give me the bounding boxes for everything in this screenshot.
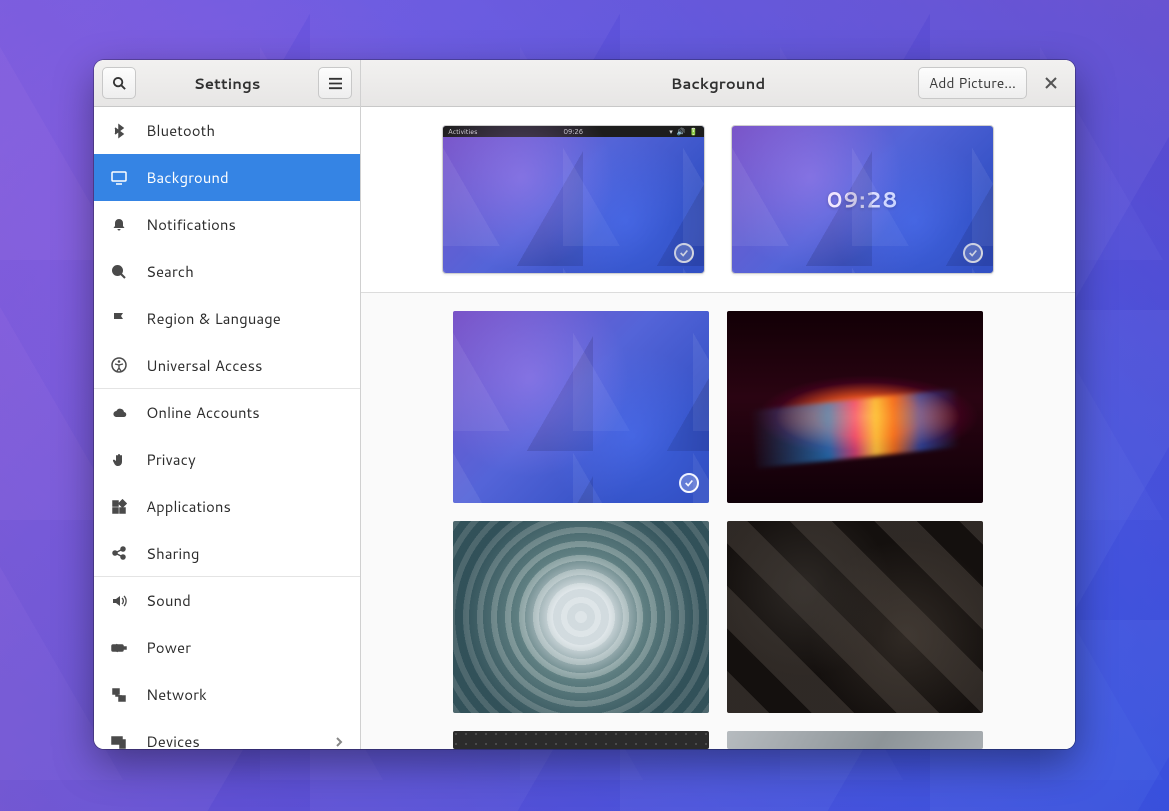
sidebar-item-label: Bluetooth bbox=[146, 120, 215, 141]
sidebar-item-search[interactable]: Search bbox=[94, 248, 360, 295]
sidebar-item-sharing[interactable]: Sharing bbox=[94, 530, 360, 577]
network-icon bbox=[110, 687, 128, 703]
add-picture-button[interactable]: Add Picture… bbox=[918, 67, 1027, 99]
cloud-icon bbox=[110, 405, 128, 421]
wallpaper-thumb-dark-leaves[interactable] bbox=[727, 521, 983, 713]
sidebar-title: Settings bbox=[144, 73, 310, 94]
accessibility-icon bbox=[110, 357, 128, 373]
sidebar-nav: Bluetooth Background Notifications Search Re… bbox=[94, 107, 360, 749]
wallpaper-scroll[interactable] bbox=[361, 293, 1075, 749]
sidebar-item-label: Region & Language bbox=[146, 308, 281, 329]
search-icon bbox=[112, 76, 127, 91]
battery-icon bbox=[110, 640, 128, 656]
wallpaper-grid bbox=[361, 293, 1075, 749]
sidebar-item-label: Universal Access bbox=[146, 355, 263, 376]
sidebar-item-label: Online Accounts bbox=[146, 402, 260, 423]
sidebar-item-label: Notifications bbox=[146, 214, 236, 235]
sidebar-item-label: Privacy bbox=[146, 449, 196, 470]
desktop-preview-topbar: Activities 09:26 ▾ 🔊 🔋 bbox=[443, 126, 704, 137]
desktop-preview-indicators: ▾ 🔊 🔋 bbox=[669, 127, 699, 137]
selected-indicator bbox=[963, 243, 983, 263]
bluetooth-icon bbox=[110, 123, 128, 139]
bell-icon bbox=[110, 217, 128, 233]
menu-button[interactable] bbox=[318, 67, 352, 99]
sidebar-item-universal[interactable]: Universal Access bbox=[94, 342, 360, 389]
check-icon bbox=[679, 248, 689, 258]
content-headerbar: Background Add Picture… bbox=[361, 60, 1075, 107]
search-button[interactable] bbox=[102, 67, 136, 99]
selected-indicator bbox=[674, 243, 694, 263]
activities-label: Activities bbox=[448, 127, 477, 137]
sidebar-item-devices[interactable]: Devices bbox=[94, 718, 360, 749]
close-button[interactable] bbox=[1035, 67, 1067, 99]
sidebar-item-background[interactable]: Background bbox=[94, 154, 360, 201]
content-pane: Background Add Picture… Activities 09:26… bbox=[361, 60, 1075, 749]
close-icon bbox=[1045, 77, 1057, 89]
wallpaper-thumb-winter-aerial[interactable] bbox=[453, 521, 709, 713]
apps-icon bbox=[110, 499, 128, 515]
sidebar-item-label: Applications bbox=[146, 496, 231, 517]
hamburger-icon bbox=[328, 77, 343, 90]
sidebar-item-applications[interactable]: Applications bbox=[94, 483, 360, 530]
check-icon bbox=[684, 478, 694, 488]
monitor-icon bbox=[110, 170, 128, 186]
sidebar-item-power[interactable]: Power bbox=[94, 624, 360, 671]
sidebar-item-sound[interactable]: Sound bbox=[94, 577, 360, 624]
speaker-icon bbox=[110, 593, 128, 609]
sidebar-item-label: Devices bbox=[146, 731, 200, 749]
chevron-right-icon bbox=[334, 737, 344, 747]
desktop-preview-card[interactable]: Activities 09:26 ▾ 🔊 🔋 bbox=[442, 125, 705, 274]
sidebar-item-label: Sharing bbox=[146, 543, 199, 564]
sidebar-item-bluetooth[interactable]: Bluetooth bbox=[94, 107, 360, 154]
sidebar: Settings Bluetooth Background Notification… bbox=[94, 60, 361, 749]
check-icon bbox=[968, 248, 978, 258]
wallpaper-thumb-adwaita-hex[interactable] bbox=[453, 311, 709, 503]
lockscreen-preview-card[interactable]: 09:28 bbox=[731, 125, 994, 274]
sidebar-item-label: Search bbox=[146, 261, 194, 282]
sidebar-item-notifications[interactable]: Notifications bbox=[94, 201, 360, 248]
selected-indicator bbox=[679, 473, 699, 493]
desktop-preview-clock: 09:26 bbox=[477, 127, 669, 137]
wallpaper-thumb-dotted[interactable] bbox=[453, 731, 709, 749]
sidebar-headerbar: Settings bbox=[94, 60, 360, 107]
wallpaper-thumb-light-streaks[interactable] bbox=[727, 311, 983, 503]
sidebar-item-region[interactable]: Region & Language bbox=[94, 295, 360, 342]
sidebar-item-network[interactable]: Network bbox=[94, 671, 360, 718]
settings-window: Settings Bluetooth Background Notification… bbox=[94, 60, 1075, 749]
sidebar-item-privacy[interactable]: Privacy bbox=[94, 436, 360, 483]
devices-icon bbox=[110, 734, 128, 750]
background-previews: Activities 09:26 ▾ 🔊 🔋 09:28 bbox=[361, 107, 1075, 293]
hand-icon bbox=[110, 452, 128, 468]
flag-icon bbox=[110, 311, 128, 327]
sidebar-item-label: Background bbox=[146, 167, 229, 188]
wallpaper-thumb-gray-fabric[interactable] bbox=[727, 731, 983, 749]
sidebar-item-online[interactable]: Online Accounts bbox=[94, 389, 360, 436]
sidebar-item-label: Network bbox=[146, 684, 207, 705]
share-icon bbox=[110, 545, 128, 561]
sidebar-item-label: Sound bbox=[146, 590, 191, 611]
search-icon bbox=[110, 264, 128, 280]
lockscreen-clock: 09:28 bbox=[827, 184, 899, 215]
sidebar-item-label: Power bbox=[146, 637, 191, 658]
